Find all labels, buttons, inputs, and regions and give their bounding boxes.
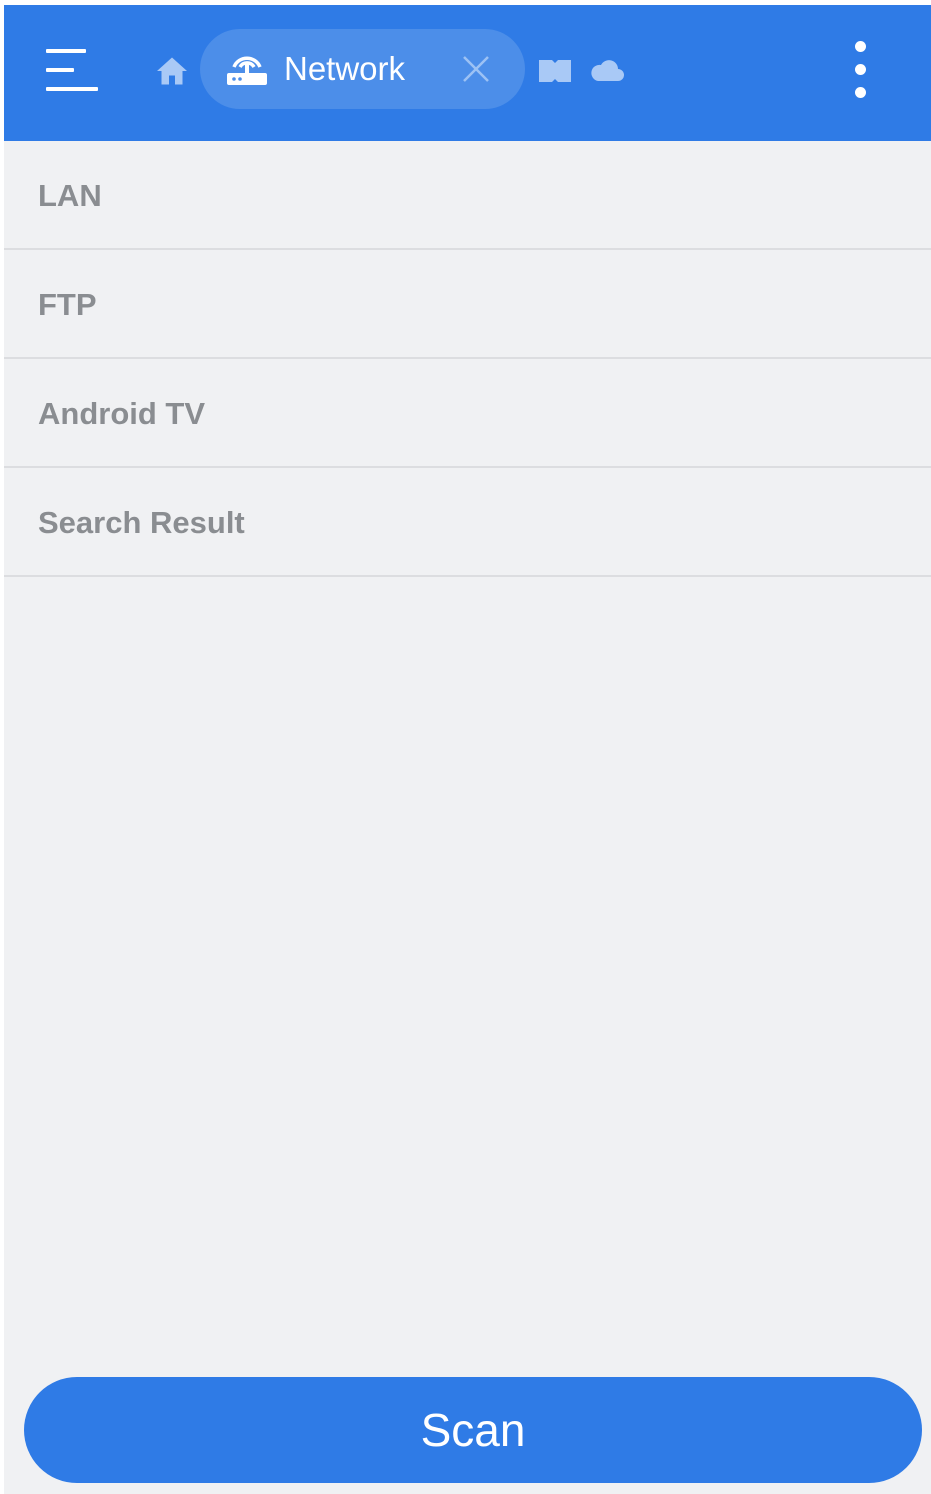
list-item-label: Android TV bbox=[38, 396, 206, 431]
more-vertical-icon[interactable] bbox=[842, 39, 878, 101]
network-list: LAN FTP Android TV Search Result bbox=[4, 141, 931, 577]
home-icon[interactable] bbox=[154, 53, 190, 89]
menu-line bbox=[46, 87, 98, 91]
menu-line bbox=[46, 49, 86, 53]
scan-button[interactable]: Scan bbox=[24, 1377, 922, 1483]
close-icon[interactable] bbox=[458, 51, 494, 87]
cloud-icon[interactable] bbox=[589, 55, 625, 85]
list-item-label: FTP bbox=[38, 287, 97, 322]
menu-line bbox=[46, 68, 74, 72]
router-icon bbox=[226, 49, 268, 87]
list-item-label: Search Result bbox=[38, 505, 245, 540]
list-item-lan[interactable]: LAN bbox=[4, 141, 931, 250]
more-dot bbox=[855, 41, 866, 52]
more-dot bbox=[855, 64, 866, 75]
list-item-ftp[interactable]: FTP bbox=[4, 250, 931, 359]
bookmark-icon[interactable] bbox=[537, 58, 573, 84]
more-dot bbox=[855, 87, 866, 98]
app-screen: Network LAN FTP Android TV Search Result… bbox=[4, 5, 931, 1494]
menu-button[interactable] bbox=[42, 43, 102, 97]
list-item-android-tv[interactable]: Android TV bbox=[4, 359, 931, 468]
list-item-label: LAN bbox=[38, 178, 102, 213]
tab-label: Network bbox=[284, 50, 406, 87]
app-bar: Network bbox=[4, 5, 931, 141]
tab-network[interactable]: Network bbox=[200, 29, 525, 109]
list-item-search-result[interactable]: Search Result bbox=[4, 468, 931, 577]
